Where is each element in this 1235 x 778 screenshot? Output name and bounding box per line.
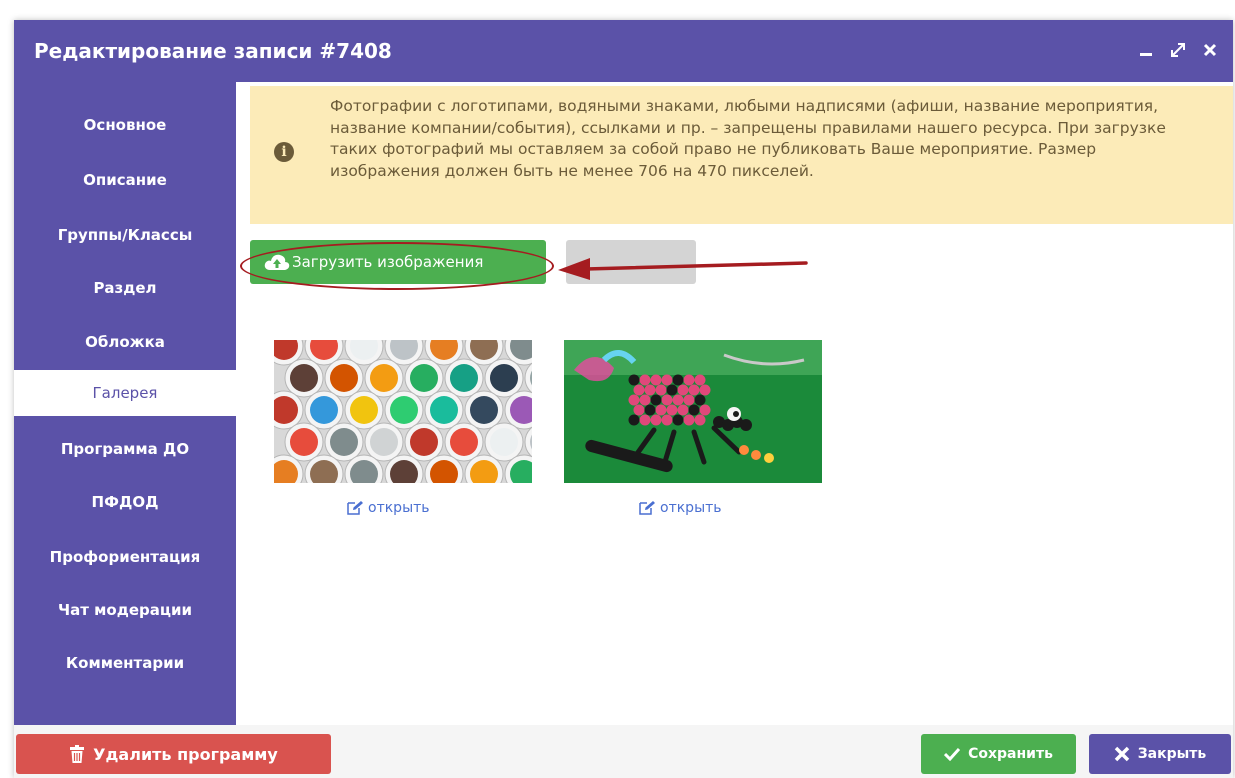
edit-icon	[347, 501, 363, 515]
checkmark-icon	[944, 747, 961, 761]
sidebar-item-osnovnoe[interactable]: Основное	[14, 102, 236, 148]
gallery-image-ladybug[interactable]	[564, 340, 822, 483]
close-label: Закрыть	[1137, 746, 1207, 762]
info-icon: i	[274, 142, 294, 162]
open-image-1-label: открыть	[368, 500, 430, 516]
sidebar-item-galereya[interactable]: Галерея	[14, 370, 236, 416]
beads-containers-image	[274, 340, 532, 483]
upload-images-label: Загрузить изображения	[292, 253, 484, 271]
save-label: Сохранить	[968, 746, 1053, 762]
window-title: Редактирование записи #7408	[34, 39, 392, 63]
delete-program-label: Удалить программу	[93, 744, 278, 764]
sidebar-item-oblozhka[interactable]: Обложка	[14, 319, 236, 365]
sidebar-item-razdel[interactable]: Раздел	[14, 265, 236, 311]
minimize-icon[interactable]	[1133, 37, 1159, 63]
alert-text: Фотографии с логотипами, водяными знакам…	[330, 97, 1166, 180]
expand-icon[interactable]	[1165, 37, 1191, 63]
window-controls	[1133, 37, 1223, 63]
annotation-arrow	[558, 258, 808, 280]
delete-program-button[interactable]: Удалить программу	[16, 734, 331, 774]
sidebar-item-pfdod[interactable]: ПФДОД	[14, 479, 236, 525]
close-button[interactable]: Закрыть	[1089, 734, 1231, 774]
close-icon[interactable]	[1197, 37, 1223, 63]
sidebar-item-proforientatsiya[interactable]: Профориентация	[14, 534, 236, 580]
open-image-2-label: открыть	[660, 500, 722, 516]
trash-icon	[70, 745, 85, 763]
close-icon	[1114, 746, 1129, 762]
sidebar-item-kommentarii[interactable]: Комментарии	[14, 640, 236, 686]
sidebar-item-programma-do[interactable]: Программа ДО	[14, 426, 236, 472]
open-image-2-link[interactable]: открыть	[638, 500, 722, 516]
edit-record-window: Редактирование записи #7408 Основное Опи…	[14, 20, 1233, 778]
cloud-upload-icon	[264, 253, 290, 271]
sidebar-item-gruppy-klassy[interactable]: Группы/Классы	[14, 212, 236, 258]
titlebar: Редактирование записи #7408	[14, 20, 1233, 82]
gallery-panel: i Фотографии с логотипами, водяными знак…	[236, 82, 1233, 725]
sidebar-nav: Основное Описание Группы/Классы Раздел О…	[14, 82, 236, 725]
footer-bar: Удалить программу Сохранить Закрыть	[14, 725, 1233, 778]
open-image-1-link[interactable]: открыть	[346, 500, 430, 516]
save-button[interactable]: Сохранить	[921, 734, 1076, 774]
sidebar-item-opisanie[interactable]: Описание	[14, 157, 236, 203]
beaded-ladybug-image	[564, 340, 822, 483]
upload-images-button[interactable]: Загрузить изображения	[250, 240, 546, 284]
edit-icon	[639, 501, 655, 515]
gallery-image-beads[interactable]	[274, 340, 532, 483]
sidebar-item-chat-moderatsii[interactable]: Чат модерации	[14, 587, 236, 633]
image-rules-alert: i Фотографии с логотипами, водяными знак…	[250, 86, 1233, 224]
